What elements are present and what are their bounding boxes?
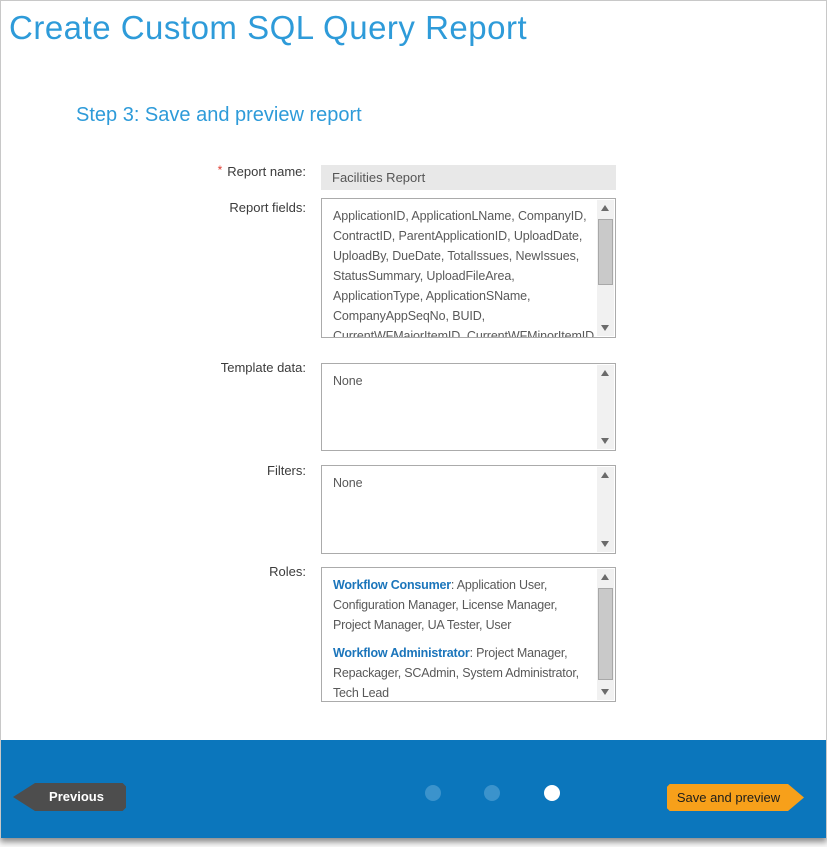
scroll-down-icon[interactable] bbox=[597, 535, 614, 552]
report-fields-line: CurrentWFMajorItemID, CurrentWFMinorItem… bbox=[333, 326, 594, 338]
filters-box[interactable]: None bbox=[321, 465, 616, 554]
scrollbar-thumb[interactable] bbox=[598, 219, 613, 285]
scroll-up-icon[interactable] bbox=[597, 365, 614, 382]
page-title: Create Custom SQL Query Report bbox=[9, 9, 527, 47]
report-fields-scrollbar[interactable] bbox=[597, 200, 614, 336]
wizard-footer: Previous Save and preview bbox=[1, 740, 826, 838]
report-fields-line: ApplicationID, ApplicationLName, Company… bbox=[333, 206, 594, 226]
report-fields-line: ContractID, ParentApplicationID, UploadD… bbox=[333, 226, 594, 246]
role-name: Workflow Consumer bbox=[333, 578, 451, 592]
template-data-label: Template data: bbox=[61, 360, 306, 375]
roles-label: Roles: bbox=[61, 564, 306, 579]
step-dot-1 bbox=[425, 785, 441, 801]
previous-button[interactable]: Previous bbox=[13, 783, 126, 811]
role-entry: Workflow Consumer: Application User, Con… bbox=[333, 575, 594, 635]
scroll-down-icon[interactable] bbox=[597, 432, 614, 449]
report-fields-box[interactable]: ApplicationID, ApplicationLName, Company… bbox=[321, 198, 616, 338]
scroll-up-icon[interactable] bbox=[597, 467, 614, 484]
template-data-box[interactable]: None bbox=[321, 363, 616, 451]
report-fields-line: CompanyAppSeqNo, BUID, bbox=[333, 306, 594, 326]
step-heading: Step 3: Save and preview report bbox=[76, 104, 362, 127]
report-name-label-text: Report name: bbox=[227, 164, 306, 179]
report-fields-line: UploadBy, DueDate, TotalIssues, NewIssue… bbox=[333, 246, 594, 266]
report-name-label: * Report name: bbox=[61, 164, 306, 179]
template-data-value: None bbox=[322, 364, 594, 391]
roles-scrollbar[interactable] bbox=[597, 569, 614, 700]
role-entry: Workflow Administrator: Project Manager,… bbox=[333, 643, 594, 702]
role-name: Workflow Administrator bbox=[333, 646, 470, 660]
step-indicator bbox=[425, 785, 565, 801]
scroll-down-icon[interactable] bbox=[597, 319, 614, 336]
report-fields-line: StatusSummary, UploadFileArea, bbox=[333, 266, 594, 286]
scroll-up-icon[interactable] bbox=[597, 200, 614, 217]
scroll-down-icon[interactable] bbox=[597, 683, 614, 700]
step-dot-3 bbox=[544, 785, 560, 801]
wizard-page: Create Custom SQL Query Report Step 3: S… bbox=[0, 0, 827, 838]
roles-box[interactable]: Workflow Consumer: Application User, Con… bbox=[321, 567, 616, 702]
scroll-up-icon[interactable] bbox=[597, 569, 614, 586]
filters-scrollbar[interactable] bbox=[597, 467, 614, 552]
filters-label: Filters: bbox=[61, 463, 306, 478]
required-asterisk: * bbox=[218, 163, 223, 177]
scrollbar-thumb[interactable] bbox=[598, 588, 613, 680]
filters-value: None bbox=[322, 466, 594, 493]
report-fields-line: ApplicationType, ApplicationSName, bbox=[333, 286, 594, 306]
report-fields-label: Report fields: bbox=[61, 200, 306, 215]
report-name-input[interactable]: Facilities Report bbox=[321, 165, 616, 190]
template-data-scrollbar[interactable] bbox=[597, 365, 614, 449]
save-and-preview-button[interactable]: Save and preview bbox=[667, 784, 804, 811]
step-dot-2 bbox=[484, 785, 500, 801]
